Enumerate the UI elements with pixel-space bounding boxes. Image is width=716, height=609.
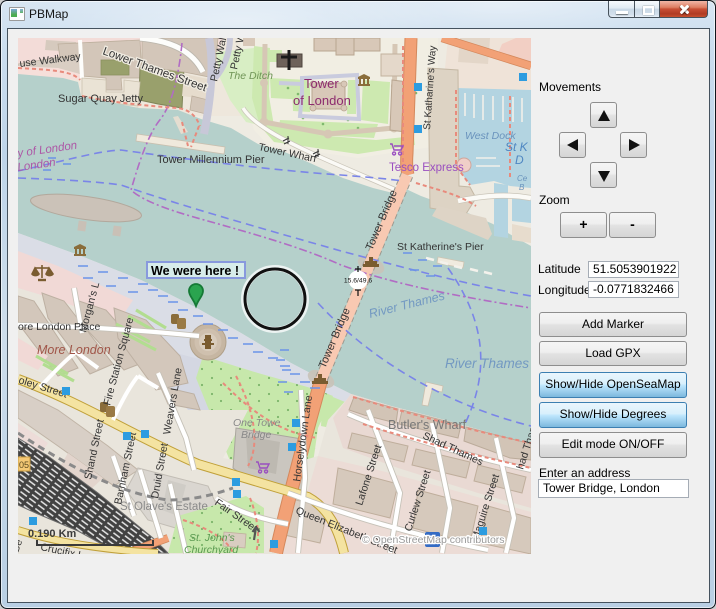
svg-text:Churchyard: Churchyard [184, 544, 239, 554]
svg-text:St Olave's Estate: St Olave's Estate [120, 501, 208, 513]
svg-text:One Towe: One Towe [233, 417, 281, 429]
svg-text:Ce: Ce [517, 174, 528, 183]
svg-text:D: D [515, 153, 524, 167]
svg-text:Tower Millennium Pier: Tower Millennium Pier [157, 154, 265, 166]
svg-text:River Thames: River Thames [445, 356, 529, 371]
svg-text:05: 05 [19, 460, 29, 470]
svg-text:Bridge: Bridge [241, 429, 272, 441]
svg-text:B: B [519, 183, 525, 192]
svg-text:Sugar Quay Jetty: Sugar Quay Jetty [58, 93, 143, 105]
svg-text:Tower: Tower [304, 76, 339, 91]
svg-text:0.190 Km: 0.190 Km [28, 528, 77, 540]
svg-text:15.6/49.6: 15.6/49.6 [344, 278, 373, 285]
svg-text:St K: St K [505, 140, 529, 154]
svg-text:We were here !: We were here ! [151, 264, 239, 278]
svg-text:of London: of London [293, 93, 351, 108]
svg-text:St Katherine's Pier: St Katherine's Pier [397, 241, 484, 253]
svg-text:© OpenStreetMap contributors: © OpenStreetMap contributors [362, 534, 505, 546]
svg-text:The Ditch: The Ditch [228, 70, 273, 82]
svg-text:St. John's: St. John's [189, 532, 236, 544]
svg-text:More London: More London [37, 343, 111, 357]
svg-text:Tesco Express: Tesco Express [389, 162, 464, 174]
